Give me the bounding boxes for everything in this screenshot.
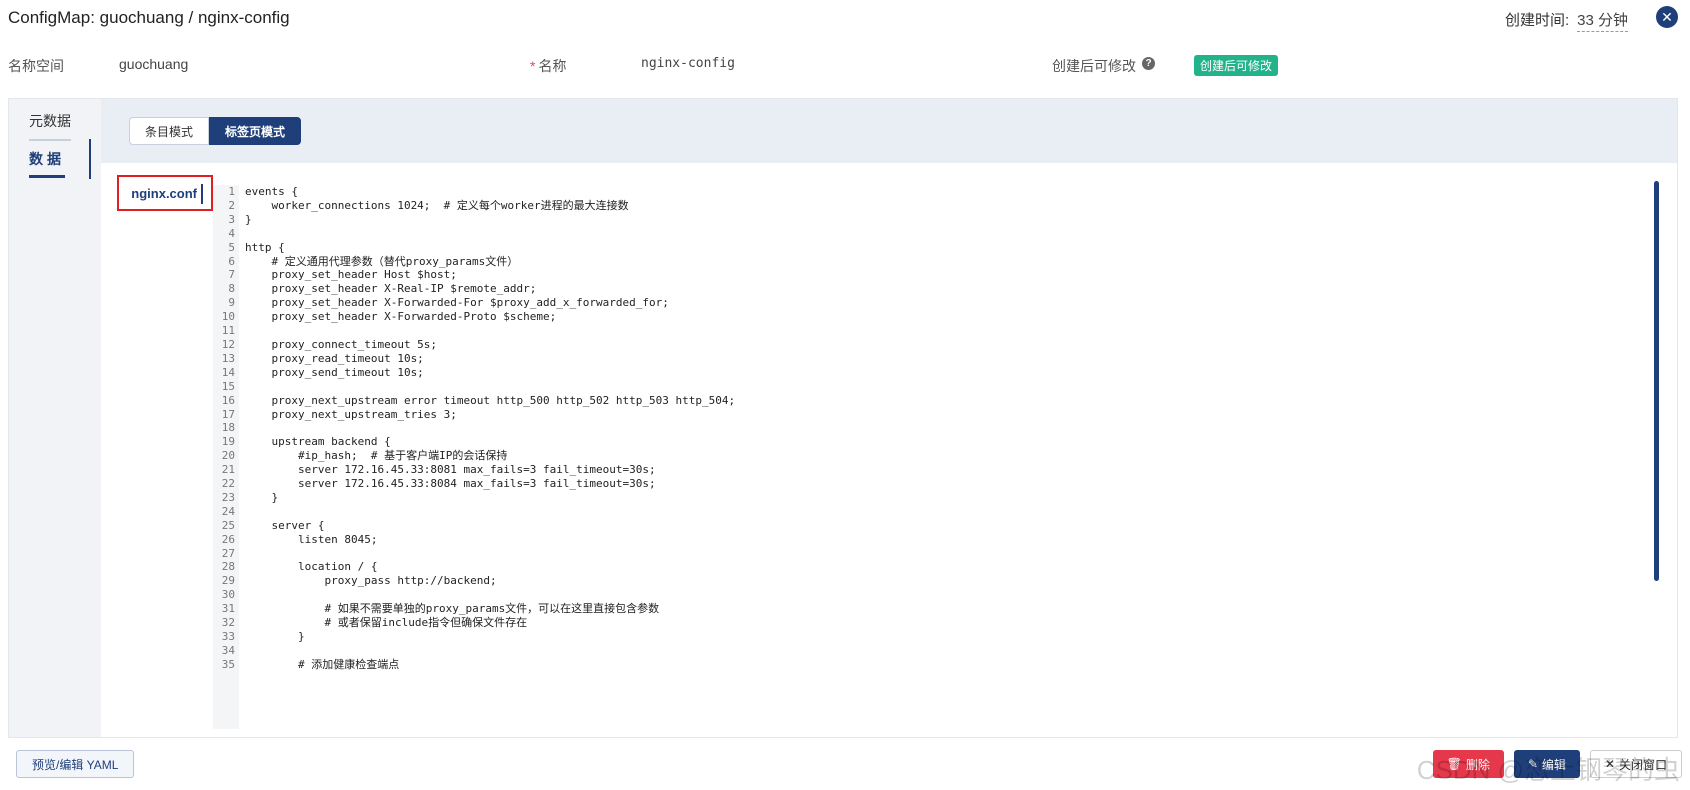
sidenav-item-metadata[interactable]: 元数据 (29, 111, 71, 141)
close-window-icon: ✕ (1604, 757, 1615, 771)
meta-row: 名称空间 guochuang * 名称 nginx-config 创建后可修改 ?… (0, 52, 1690, 76)
name-value: nginx-config (641, 56, 735, 71)
line-numbers: 1 2 3 4 5 6 7 8 9 10 11 12 13 14 15 16 1… (213, 185, 239, 729)
created-label: 创建时间: (1504, 12, 1570, 29)
configmap-panel: 元数据 数据 条目模式 标签页模式 nginx.conf 1 2 3 4 5 6… (8, 98, 1678, 738)
pencil-icon: ✎ (1527, 757, 1538, 771)
active-indicator (89, 139, 91, 179)
trash-icon: 🗑 (1446, 757, 1462, 771)
close-window-label: 关闭窗口 (1618, 757, 1667, 772)
sidenav-item-data[interactable]: 数据 (29, 149, 65, 178)
page-title: ConfigMap: guochuang / nginx-config (8, 8, 290, 27)
delete-label: 删除 (1465, 757, 1490, 772)
mode-toggle: 条目模式 标签页模式 (129, 117, 302, 145)
preview-edit-yaml-button[interactable]: 预览/编辑 YAML (16, 750, 135, 778)
tab-mode-button[interactable]: 标签页模式 (209, 117, 302, 145)
code-content[interactable]: events { worker_connections 1024; # 定义每个… (245, 185, 1637, 672)
question-icon[interactable]: ? (1142, 57, 1155, 70)
footer-actions: 🗑 删除 ✎ 编辑 ✕ 关闭窗口 (1432, 750, 1682, 778)
edit-button[interactable]: ✎ 编辑 (1513, 750, 1580, 778)
name-label-group: * 名称 (530, 56, 566, 76)
editable-label: 创建后可修改 (1052, 58, 1136, 74)
entry-mode-button[interactable]: 条目模式 (129, 117, 210, 145)
edit-label: 编辑 (1541, 757, 1566, 772)
code-editor[interactable]: 1 2 3 4 5 6 7 8 9 10 11 12 13 14 15 16 1… (213, 171, 1661, 729)
mode-bar: 条目模式 标签页模式 (101, 99, 1677, 163)
required-mark: * (530, 58, 536, 74)
file-tab-nginx-conf[interactable]: nginx.conf (117, 175, 213, 211)
namespace-value: guochuang (119, 56, 189, 72)
delete-button[interactable]: 🗑 删除 (1432, 750, 1504, 778)
close-icon[interactable]: ✕ (1656, 6, 1678, 28)
data-content: nginx.conf 1 2 3 4 5 6 7 8 9 10 11 12 13… (101, 163, 1677, 737)
footer-bar: 预览/编辑 YAML 🗑 删除 ✎ 编辑 ✕ 关闭窗口 CSDN @恋上钢琴的虫 (0, 742, 1690, 790)
created-value: 33 分钟 (1577, 9, 1628, 32)
created-time: 创建时间: 33 分钟 (1505, 9, 1628, 32)
name-label: 名称 (538, 58, 567, 74)
sidenav: 元数据 数据 (9, 99, 101, 737)
editor-scrollbar[interactable] (1654, 181, 1659, 581)
close-window-button[interactable]: ✕ 关闭窗口 (1589, 750, 1682, 778)
namespace-label: 名称空间 (8, 58, 64, 74)
editable-badge: 创建后可修改 (1194, 55, 1279, 76)
